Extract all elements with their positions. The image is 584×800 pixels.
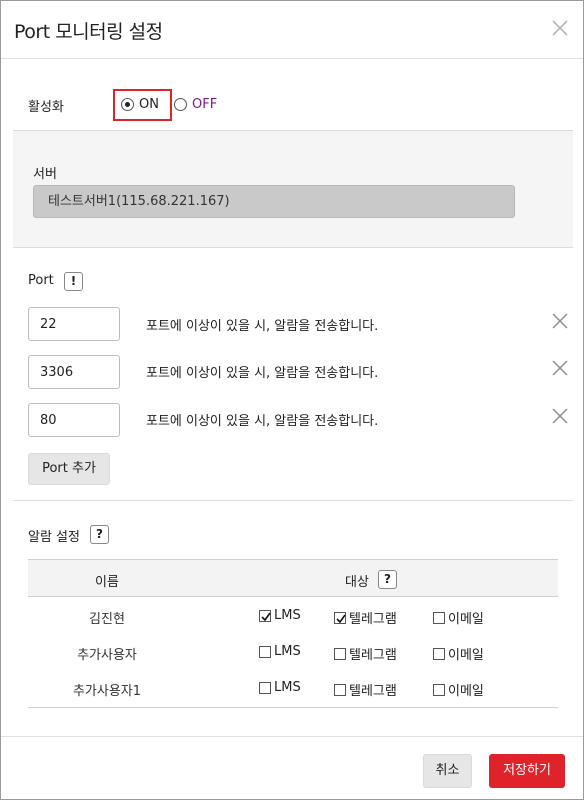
remove-port-1-icon[interactable] xyxy=(552,313,568,329)
radio-off-indicator xyxy=(174,98,187,111)
port-input-2[interactable] xyxy=(28,355,120,389)
user-name: 추가사용자 xyxy=(77,648,137,663)
port-desc-2: 포트에 이상이 있을 시, 알람을 전송합니다. xyxy=(146,366,379,381)
port-input-3[interactable] xyxy=(28,403,120,437)
server-field: 테스트서버1(115.68.221.167) xyxy=(33,185,515,218)
checkbox-box xyxy=(334,683,346,696)
remove-port-2-icon[interactable] xyxy=(552,360,568,376)
checkbox-box xyxy=(433,611,445,624)
port-label: Port xyxy=(28,273,54,288)
column-target-header: 대상 xyxy=(345,575,369,590)
checkbox-box xyxy=(334,647,346,660)
user-name: 김진현 xyxy=(89,612,125,627)
remove-port-3-icon[interactable] xyxy=(552,408,568,424)
port-monitoring-dialog: Port 모니터링 설정 활성화 ON OFF 서버 테스트서버1(115.68… xyxy=(0,0,584,800)
port-info-icon[interactable]: ! xyxy=(64,272,83,291)
checkbox-email[interactable]: 이메일 xyxy=(433,680,484,699)
radio-on-label: ON xyxy=(139,97,159,112)
checkbox-lms[interactable]: LMS xyxy=(259,644,301,659)
radio-on-indicator xyxy=(121,98,134,111)
dialog-title: Port 모니터링 설정 xyxy=(14,21,163,43)
checkbox-lms[interactable]: LMS xyxy=(259,608,301,623)
table-row: 추가사용자1 LMS 텔레그램 이메일 xyxy=(28,671,558,707)
checkbox-box xyxy=(433,683,445,696)
checkbox-email-label: 이메일 xyxy=(448,648,484,663)
checkbox-telegram-label: 텔레그램 xyxy=(349,684,397,699)
checkmark-icon xyxy=(261,612,271,621)
close-icon[interactable] xyxy=(551,19,569,37)
footer-divider xyxy=(1,736,583,737)
checkbox-email-label: 이메일 xyxy=(448,684,484,699)
checkbox-box xyxy=(259,645,271,658)
activation-label: 활성화 xyxy=(28,100,64,115)
checkbox-lms-label: LMS xyxy=(274,680,301,695)
alarm-info-icon[interactable]: ? xyxy=(90,525,109,544)
checkbox-lms-label: LMS xyxy=(274,608,301,623)
table-row: 김진현 LMS 텔레그램 이메일 xyxy=(28,599,558,635)
checkbox-box xyxy=(259,609,271,622)
table-row: 추가사용자 LMS 텔레그램 이메일 xyxy=(28,635,558,671)
checkbox-lms-label: LMS xyxy=(274,644,301,659)
alarm-label: 알람 설정 xyxy=(28,530,80,545)
dialog-header: Port 모니터링 설정 xyxy=(1,1,583,59)
checkbox-telegram[interactable]: 텔레그램 xyxy=(334,680,397,699)
checkbox-box xyxy=(259,681,271,694)
add-port-button[interactable]: Port 추가 xyxy=(28,453,110,485)
section-divider xyxy=(13,500,573,501)
checkbox-telegram-label: 텔레그램 xyxy=(349,612,397,627)
checkbox-email[interactable]: 이메일 xyxy=(433,608,484,627)
checkbox-email[interactable]: 이메일 xyxy=(433,644,484,663)
port-desc-1: 포트에 이상이 있을 시, 알람을 전송합니다. xyxy=(146,319,379,334)
port-input-1[interactable] xyxy=(28,307,120,341)
port-desc-3: 포트에 이상이 있을 시, 알람을 전송합니다. xyxy=(146,414,379,429)
save-button[interactable]: 저장하기 xyxy=(489,754,565,788)
radio-off[interactable]: OFF xyxy=(174,97,217,112)
checkbox-telegram[interactable]: 텔레그램 xyxy=(334,608,397,627)
checkbox-email-label: 이메일 xyxy=(448,612,484,627)
column-name-header: 이름 xyxy=(95,575,119,590)
radio-off-label: OFF xyxy=(192,97,218,112)
checkmark-icon xyxy=(336,614,346,623)
checkbox-box xyxy=(334,611,346,624)
checkbox-telegram[interactable]: 텔레그램 xyxy=(334,644,397,663)
radio-on[interactable]: ON xyxy=(121,97,159,112)
target-info-icon[interactable]: ? xyxy=(378,570,397,589)
user-name: 추가사용자1 xyxy=(72,684,142,699)
server-label: 서버 xyxy=(33,167,57,182)
checkbox-telegram-label: 텔레그램 xyxy=(349,648,397,663)
alarm-table-header: 이름 대상 ? xyxy=(28,559,558,597)
checkbox-lms[interactable]: LMS xyxy=(259,680,301,695)
table-bottom-border xyxy=(28,707,558,708)
checkbox-box xyxy=(433,647,445,660)
cancel-button[interactable]: 취소 xyxy=(423,754,472,788)
